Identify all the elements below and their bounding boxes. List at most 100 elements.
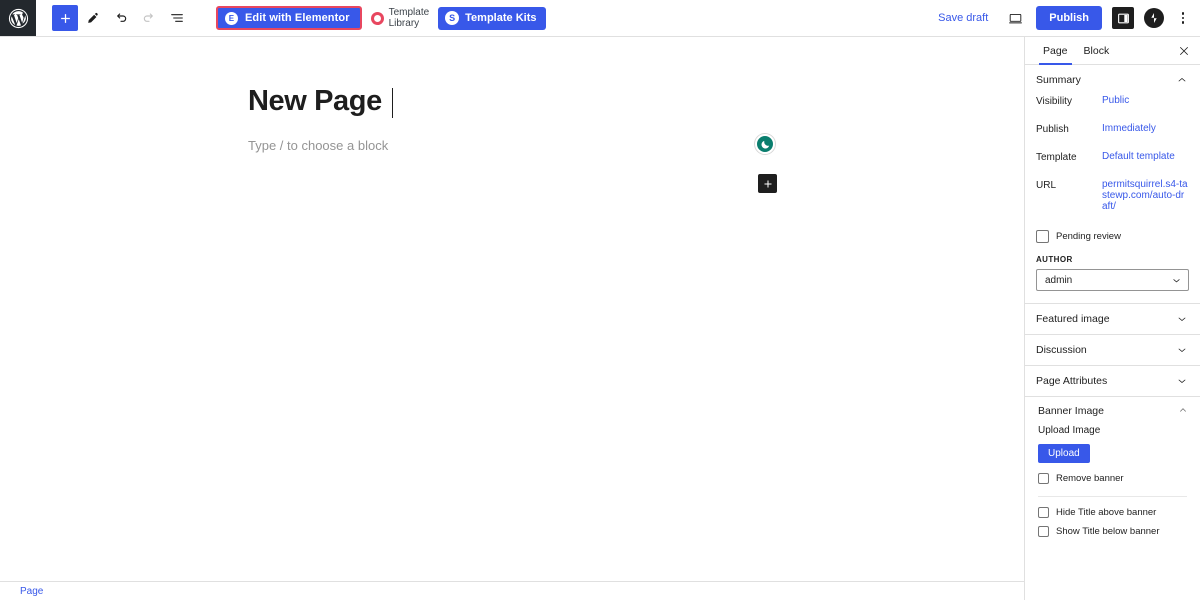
editor-top-toolbar: E Edit with Elementor Template Library S… [0, 0, 1200, 37]
kebab-dot [1181, 12, 1185, 15]
author-select-value: admin [1045, 274, 1073, 286]
banner-image-panel-header[interactable]: Banner Image [1025, 397, 1200, 425]
list-view-icon [171, 14, 183, 22]
pending-review-row: Pending review [1036, 230, 1189, 243]
summary-panel-header[interactable]: Summary [1025, 65, 1200, 95]
template-kits-label: Template Kits [465, 12, 537, 24]
breadcrumb[interactable]: Page [20, 586, 43, 597]
edit-with-elementor-label: Edit with Elementor [245, 12, 350, 24]
list-view-button[interactable] [164, 5, 190, 31]
summary-row-url: URL permitsquirrel.s4-tastewp.com/auto-d… [1036, 179, 1189, 212]
kebab-dot [1181, 16, 1185, 20]
show-title-below-checkbox[interactable] [1038, 526, 1049, 537]
editor-status-bar: Page [0, 581, 1024, 600]
plugin-buttons-group: E Edit with Elementor Template Library S… [216, 6, 547, 30]
save-draft-button[interactable]: Save draft [932, 8, 994, 28]
tab-page-label: Page [1043, 44, 1068, 57]
add-block-button[interactable] [52, 5, 78, 31]
chevron-up-icon [1178, 405, 1188, 418]
redo-icon [143, 13, 153, 22]
settings-sidebar-toggle[interactable] [1112, 7, 1134, 29]
visibility-value-button[interactable]: Public [1102, 95, 1129, 106]
close-sidebar-button[interactable] [1175, 42, 1193, 60]
page-attributes-panel: Page Attributes [1025, 366, 1200, 397]
crescent-moon-icon [761, 140, 769, 148]
url-value-button[interactable]: permitsquirrel.s4-tastewp.com/auto-draft… [1102, 179, 1189, 212]
template-kits-button[interactable]: S Template Kits [438, 6, 547, 30]
preview-button[interactable] [1004, 7, 1026, 29]
chevron-down-icon [1176, 375, 1188, 387]
tools-button[interactable] [80, 5, 106, 31]
summary-panel-body: Visibility Public Publish Immediately Te… [1025, 95, 1200, 303]
pencil-icon [87, 12, 98, 23]
undo-icon [117, 13, 127, 22]
upload-image-label: Upload Image [1038, 425, 1101, 436]
banner-divider [1038, 496, 1187, 497]
show-title-below-row: Show Title below banner [1038, 526, 1187, 537]
sidebar-tabs: Page Block [1025, 37, 1200, 65]
dark-mode-toggle-badge[interactable] [755, 134, 775, 154]
url-label: URL [1036, 180, 1057, 191]
author-select[interactable]: admin [1036, 269, 1189, 291]
settings-sidebar-icon [1117, 13, 1129, 23]
empty-block-placeholder[interactable]: Type / to choose a block [248, 138, 388, 153]
wordpress-logo-button[interactable] [0, 0, 36, 36]
kebab-dot [1181, 21, 1185, 24]
summary-row-publish: Publish Immediately [1036, 123, 1189, 135]
discussion-panel-title: Discussion [1036, 344, 1087, 356]
page-title-text: New Page [248, 85, 382, 117]
publish-value-button[interactable]: Immediately [1102, 123, 1156, 134]
remove-banner-checkbox[interactable] [1038, 473, 1049, 484]
template-library-button[interactable]: Template Library [370, 7, 430, 29]
chat-eye [1174, 576, 1178, 581]
banner-image-panel-title: Banner Image [1038, 405, 1104, 417]
close-icon [1180, 47, 1188, 55]
wordpress-logo-icon [8, 8, 28, 28]
block-inserter-button[interactable] [758, 174, 777, 193]
undo-button[interactable] [108, 5, 134, 31]
redo-button[interactable] [136, 5, 162, 31]
visibility-label: Visibility [1036, 96, 1072, 107]
template-library-line2: Library [388, 18, 420, 29]
banner-image-panel: Banner Image Upload Image Upload Remove … [1025, 397, 1200, 547]
hide-title-above-row: Hide Title above banner [1038, 507, 1187, 518]
summary-panel: Summary Visibility Public Publish Immedi… [1025, 65, 1200, 304]
pending-review-checkbox[interactable] [1036, 230, 1049, 243]
discussion-panel: Discussion [1025, 335, 1200, 366]
page-attributes-panel-title: Page Attributes [1036, 375, 1108, 387]
page-attributes-panel-header[interactable]: Page Attributes [1025, 366, 1200, 396]
plus-icon [764, 180, 771, 187]
tab-page[interactable]: Page [1035, 37, 1076, 65]
upload-button[interactable]: Upload [1038, 444, 1090, 463]
editor-tools-group [52, 5, 190, 31]
jetpack-button[interactable] [1144, 8, 1164, 28]
author-section-label: AUTHOR [1036, 255, 1073, 264]
featured-image-panel-header[interactable]: Featured image [1025, 304, 1200, 334]
template-library-line1: Template [388, 7, 430, 18]
chevron-up-icon [1176, 74, 1188, 86]
edit-with-elementor-button[interactable]: E Edit with Elementor [216, 6, 362, 30]
plus-icon [60, 13, 70, 23]
featured-image-panel: Featured image [1025, 304, 1200, 335]
featured-image-panel-title: Featured image [1036, 313, 1110, 325]
tab-block[interactable]: Block [1076, 37, 1118, 65]
elementor-logo-icon: E [225, 11, 238, 25]
chevron-down-icon [1176, 344, 1188, 356]
page-title-field[interactable]: New Page [248, 85, 393, 118]
jetpack-icon [1151, 13, 1157, 23]
publish-button[interactable]: Publish [1036, 6, 1102, 30]
template-kits-logo-icon: S [445, 11, 460, 25]
template-label: Template [1036, 152, 1077, 163]
hide-title-above-checkbox[interactable] [1038, 507, 1049, 518]
editor-options-button[interactable] [1174, 7, 1192, 29]
publish-label: Publish [1036, 124, 1069, 135]
discussion-panel-header[interactable]: Discussion [1025, 335, 1200, 365]
text-cursor [391, 87, 393, 118]
top-toolbar-right-group: Save draft Publish [932, 6, 1200, 30]
editor-canvas[interactable]: New Page Type / to choose a block [0, 37, 1024, 581]
remove-banner-label: Remove banner [1056, 473, 1124, 484]
settings-sidebar: Page Block Summary Visibility Public Pub… [1024, 37, 1200, 600]
pending-review-label: Pending review [1056, 231, 1121, 242]
template-value-button[interactable]: Default template [1102, 151, 1175, 162]
template-library-icon [370, 11, 384, 25]
